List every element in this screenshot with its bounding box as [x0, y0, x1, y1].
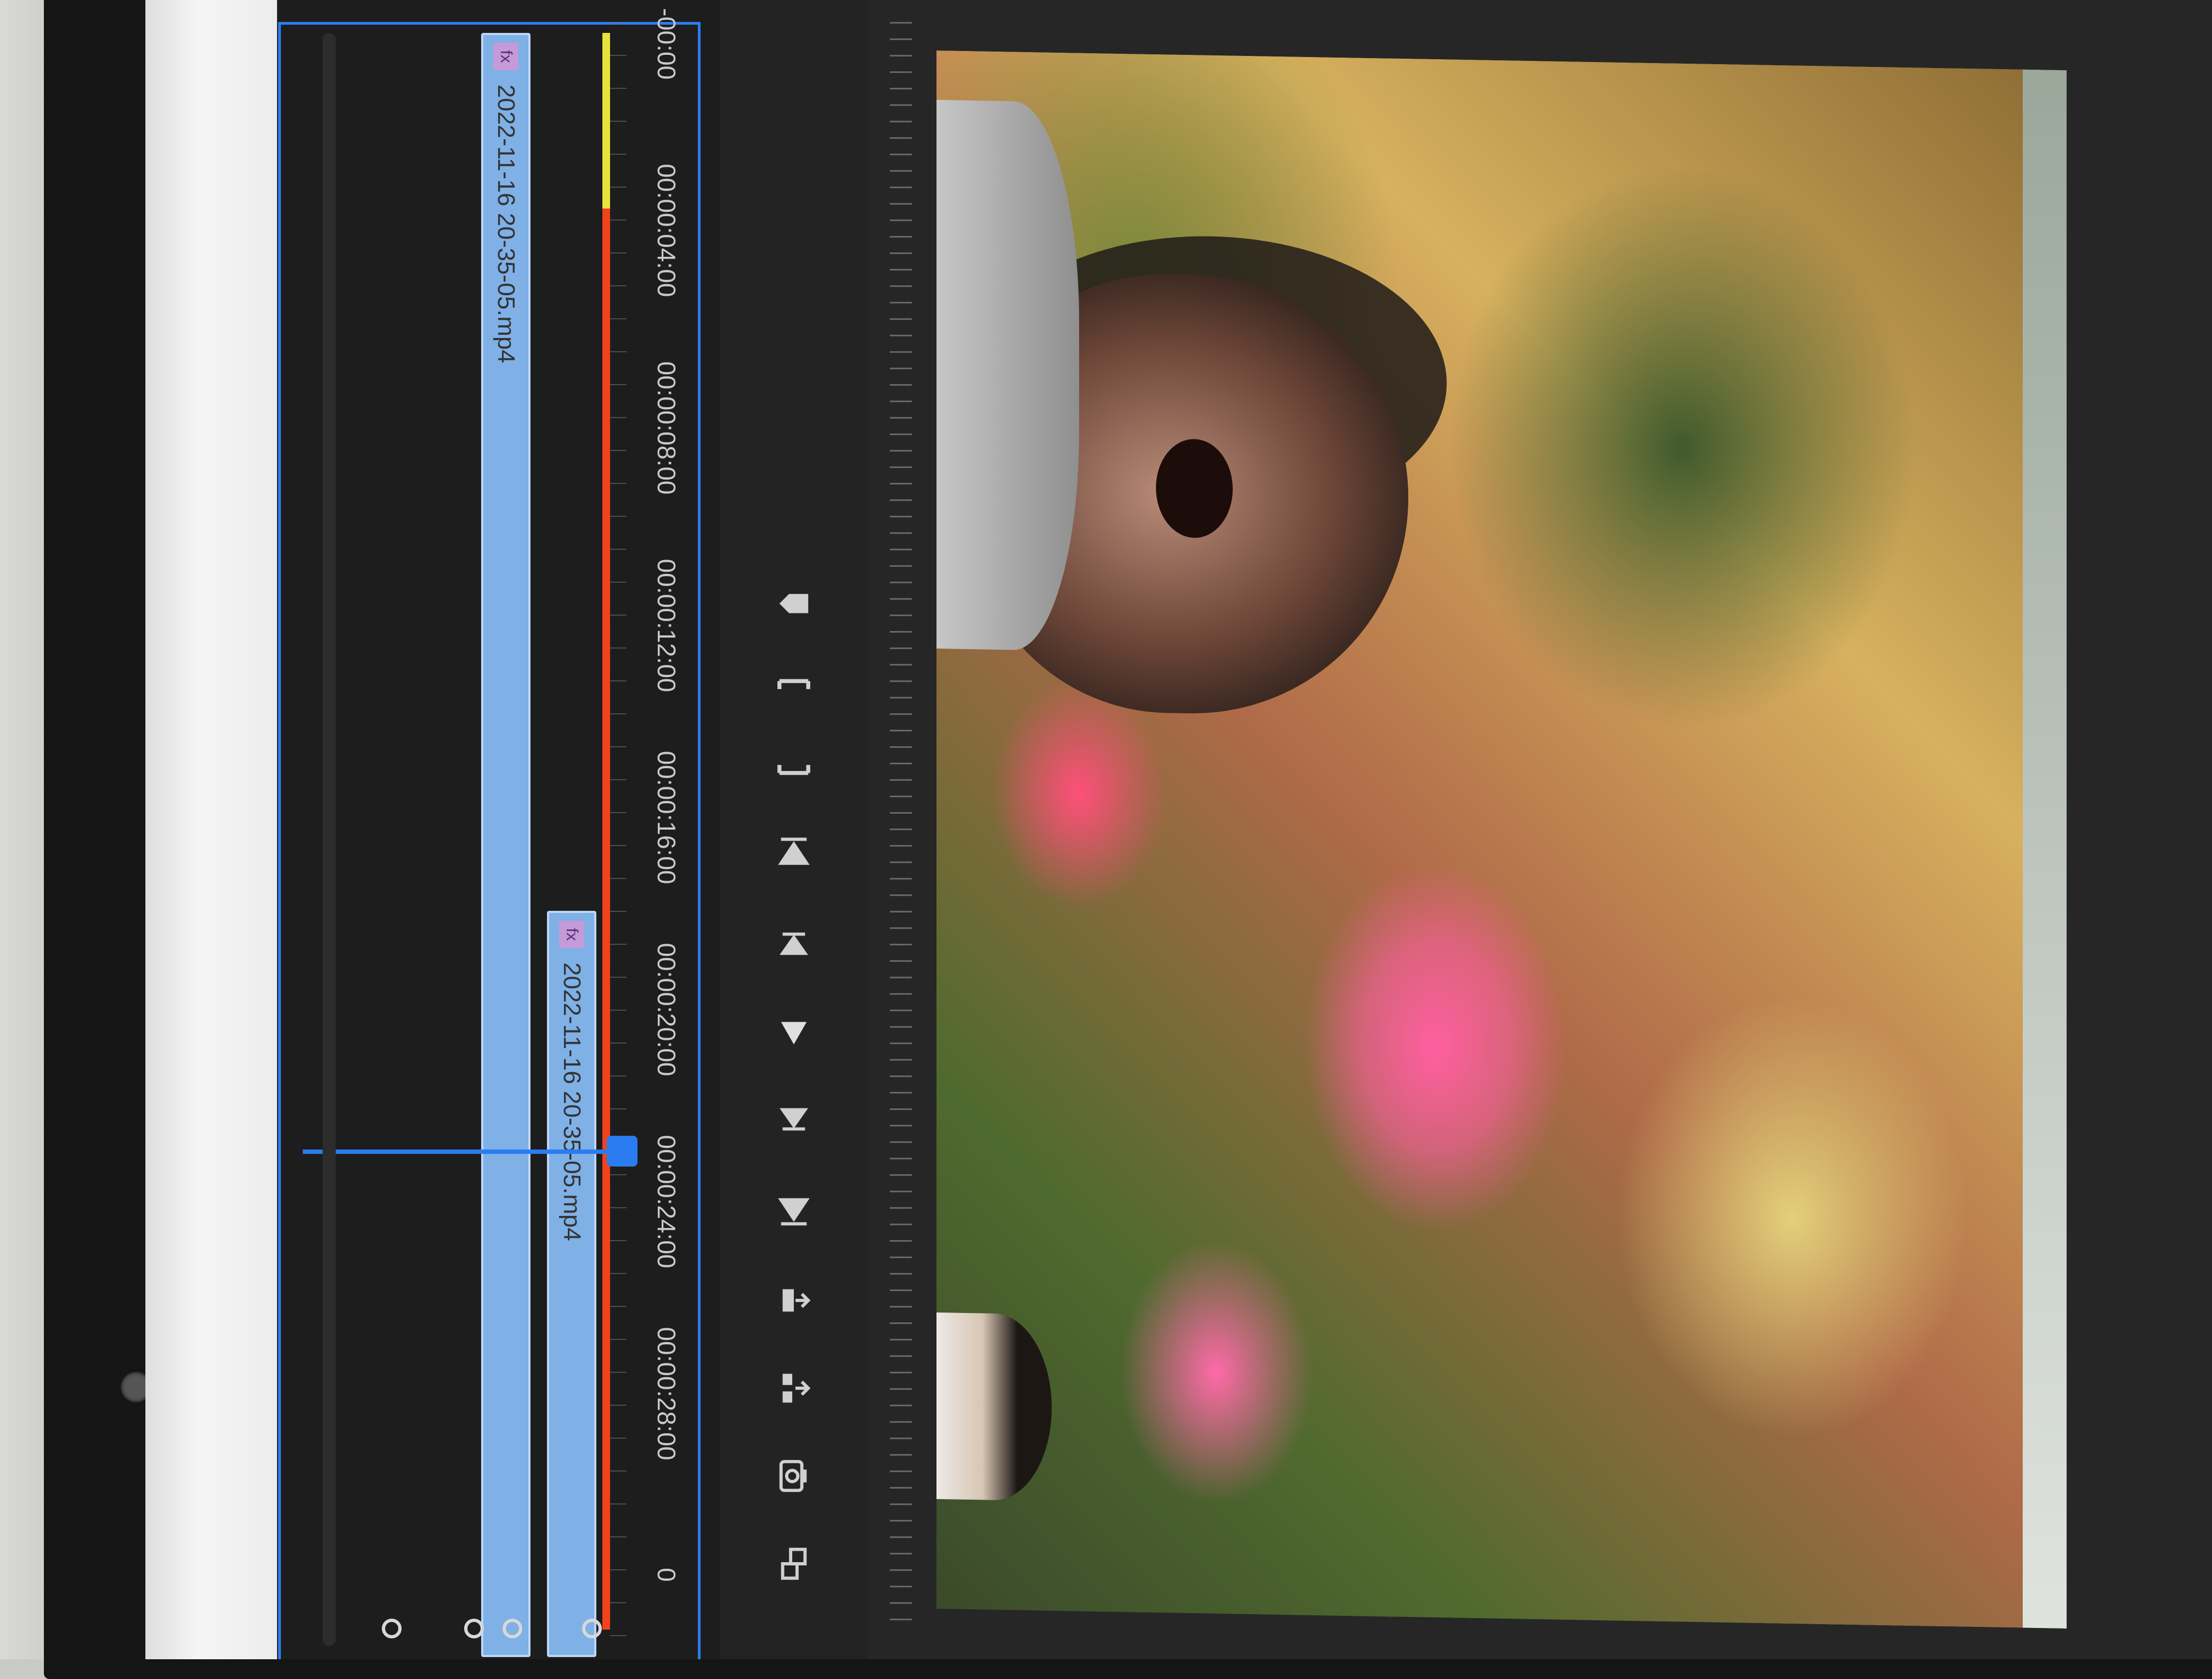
video-editor-app: -00:00 00:00:04:00 00:00:08:00 00:00:12:… [277, 0, 2212, 1659]
program-monitor-ruler[interactable] [890, 22, 912, 1635]
video-person-shirt [936, 99, 1079, 651]
fx-badge-icon: fx [559, 921, 584, 948]
play-icon[interactable] [772, 1010, 816, 1053]
video-editor-window: -00:00 00:00:04:00 00:00:08:00 00:00:12:… [277, 0, 2212, 1659]
playhead-line[interactable] [303, 1150, 632, 1154]
timeline-timecodes[interactable]: -00:00 00:00:04:00 00:00:08:00 00:00:12:… [627, 8, 681, 1659]
program-video-frame[interactable] [936, 50, 2067, 1629]
render-bar-red [602, 209, 610, 1630]
step-forward-icon[interactable] [772, 1097, 816, 1141]
track-toggle-icon[interactable] [382, 1619, 402, 1638]
timeline-clip-v2[interactable]: fx 2022-11-16 20-35-05.mp4 [481, 33, 531, 1657]
mark-in-icon[interactable] [772, 664, 816, 708]
timecode-label: 00:00:04:00 [652, 164, 681, 297]
comparison-view-icon[interactable] [772, 1542, 816, 1586]
fx-badge-icon: fx [493, 43, 518, 70]
timecode-label: 00:00:20:00 [652, 943, 681, 1077]
timeline-clip-v1[interactable]: fx 2022-11-16 20-35-05.mp4 [547, 911, 596, 1657]
clip-label: 2022-11-16 20-35-05.mp4 [493, 84, 520, 363]
extract-icon[interactable] [772, 1366, 816, 1410]
timecode-label: 00:00:16:00 [652, 751, 681, 884]
lift-icon[interactable] [772, 1278, 816, 1322]
timecode-label: 0 [652, 1568, 681, 1582]
render-bar-yellow [602, 33, 610, 209]
timecode-label: -00:00 [652, 8, 681, 80]
go-to-in-icon[interactable] [772, 829, 816, 872]
timeline-scrollbar[interactable] [323, 33, 336, 1646]
track-toggle-icon[interactable] [503, 1619, 522, 1638]
video-person-mouth [1156, 438, 1233, 539]
timecode-label: 00:00:24:00 [652, 1135, 681, 1269]
program-monitor[interactable] [868, 0, 2212, 1659]
video-background-person [936, 1312, 1052, 1501]
export-frame-icon[interactable] [772, 1454, 816, 1498]
track-toggle-icon[interactable] [582, 1619, 602, 1638]
monitor-edge-glare [145, 0, 277, 1659]
mark-out-icon[interactable] [772, 746, 816, 790]
add-marker-icon[interactable] [772, 582, 816, 626]
step-back-icon[interactable] [772, 922, 816, 966]
video-top-bar [2023, 69, 2067, 1629]
clip-label: 2022-11-16 20-35-05.mp4 [558, 962, 585, 1241]
timeline-ruler[interactable] [610, 22, 627, 1659]
timecode-label: 00:00:08:00 [652, 361, 681, 495]
playhead-handle[interactable] [607, 1136, 637, 1167]
timecode-label: 00:00:12:00 [652, 559, 681, 692]
timecode-label: 00:00:28:00 [652, 1327, 681, 1461]
go-to-out-icon[interactable] [772, 1191, 816, 1235]
track-toggle-icon[interactable] [464, 1619, 484, 1638]
